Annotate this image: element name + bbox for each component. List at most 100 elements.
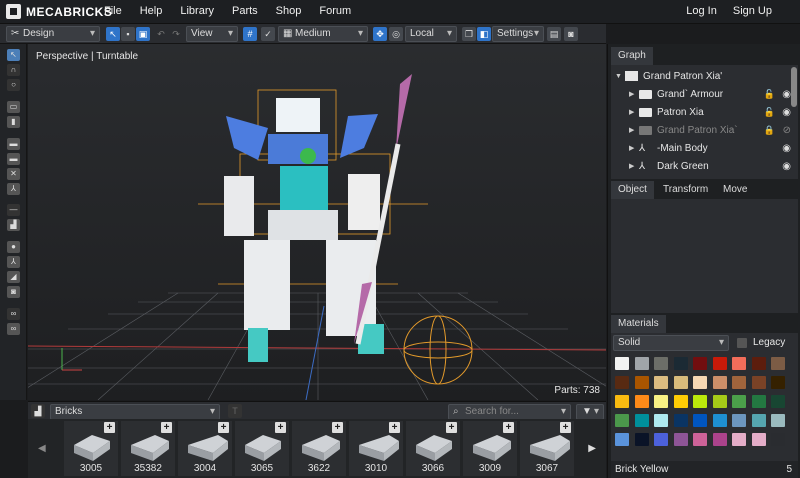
link-icon[interactable]: ∞ (7, 308, 20, 320)
tree-item-hidden[interactable]: ▶ Grand Patron Xia` 🔒 ⊘ (629, 121, 797, 139)
tree-item-root[interactable]: ▼ Grand Patron Xia' (615, 67, 800, 85)
color-swatch[interactable] (693, 357, 707, 370)
redo-icon[interactable]: ↷ (169, 27, 183, 41)
tab-materials[interactable]: Materials (611, 315, 666, 333)
color-swatch[interactable] (654, 357, 668, 370)
joint-icon[interactable]: ⅄ (7, 183, 20, 195)
brick-item[interactable]: +3004 (178, 421, 232, 476)
stats-icon[interactable]: ▟ (31, 404, 45, 418)
menu-shop[interactable]: Shop (276, 5, 302, 17)
group-tool-icon[interactable]: ▪ (121, 27, 135, 41)
menu-file[interactable]: File (104, 5, 122, 17)
scroll-left-icon[interactable]: ◀ (38, 443, 46, 454)
color-swatch[interactable] (615, 414, 629, 427)
tab-graph[interactable]: Graph (611, 47, 653, 65)
cursor-icon[interactable]: ↖ (7, 49, 20, 61)
tree-item-dark-green[interactable]: ▶ ⅄ Dark Green ◉ (629, 157, 797, 175)
view-select[interactable]: View (186, 26, 238, 42)
filter-text-icon[interactable]: T (228, 404, 242, 418)
trash-icon[interactable]: ▮ (7, 116, 20, 128)
move-axis-icon[interactable]: ✥ (373, 27, 387, 41)
space-select[interactable]: Local (405, 26, 457, 42)
color-swatch[interactable] (673, 414, 688, 427)
color-swatch[interactable] (732, 414, 746, 427)
collapse-arrow-icon[interactable]: ▶ (629, 90, 639, 98)
collapse-arrow-icon[interactable]: ▶ (629, 162, 639, 170)
color-swatch[interactable] (673, 433, 688, 446)
color-swatch[interactable] (771, 414, 785, 427)
pose-icon[interactable]: ✕ (7, 168, 20, 180)
isolate-icon[interactable]: ▬ (7, 153, 20, 165)
color-swatch[interactable] (712, 357, 727, 370)
material-type-select[interactable]: Solid (613, 335, 729, 351)
clone-icon[interactable]: ▭ (7, 101, 20, 113)
eye-icon[interactable]: ◉ (782, 107, 791, 118)
color-swatch[interactable] (693, 433, 707, 446)
axis-icon[interactable]: ⅄ (7, 256, 20, 268)
category-select[interactable]: Bricks (50, 404, 220, 420)
color-swatch[interactable] (771, 395, 785, 408)
color-swatch[interactable] (732, 357, 746, 370)
select-tool-icon[interactable]: ↖ (106, 27, 120, 41)
tree-item-patron-xia[interactable]: ▶ Patron Xia 🔓 ◉ (629, 103, 797, 121)
tab-object[interactable]: Object (611, 181, 654, 199)
add-brick-icon[interactable]: + (332, 422, 343, 433)
menu-parts[interactable]: Parts (232, 5, 258, 17)
legacy-checkbox[interactable] (737, 338, 747, 348)
color-swatch[interactable] (732, 433, 746, 446)
color-swatch[interactable] (615, 376, 629, 389)
hinge-tool-icon[interactable]: ▣ (136, 27, 150, 41)
quality-select[interactable]: ▦ Medium (278, 26, 368, 42)
color-swatch[interactable] (673, 395, 688, 408)
brick-item[interactable]: +3065 (235, 421, 289, 476)
eye-icon[interactable]: ◉ (782, 89, 791, 100)
copy-icon[interactable]: ❐ (462, 27, 476, 41)
brick-item[interactable]: +3009 (463, 421, 517, 476)
glasses-icon[interactable]: ∞ (7, 323, 20, 335)
login-link[interactable]: Log In (686, 5, 717, 17)
brick-item[interactable]: +3010 (349, 421, 403, 476)
calendar-icon[interactable]: ▤ (547, 27, 561, 41)
scroll-right-icon[interactable]: ▶ (588, 443, 596, 454)
menu-help[interactable]: Help (140, 5, 163, 17)
cube-view-icon[interactable]: ◧ (477, 27, 491, 41)
mode-select[interactable]: ✂ Design (6, 26, 100, 42)
add-brick-icon[interactable]: + (161, 422, 172, 433)
color-swatch[interactable] (693, 395, 707, 408)
snap-check-icon[interactable]: ✓ (261, 27, 275, 41)
color-swatch[interactable] (712, 414, 727, 427)
lock-icon[interactable]: 🔓 (764, 89, 775, 100)
camera-icon[interactable]: ◙ (564, 27, 578, 41)
color-swatch[interactable] (751, 433, 766, 446)
color-swatch[interactable] (654, 414, 668, 427)
color-swatch[interactable] (615, 395, 629, 408)
color-swatch[interactable] (712, 395, 727, 408)
add-brick-icon[interactable]: + (560, 422, 571, 433)
color-swatch[interactable] (771, 433, 785, 446)
color-swatch[interactable] (751, 357, 766, 370)
stats-icon[interactable]: ▟ (7, 219, 20, 231)
color-swatch[interactable] (673, 376, 688, 389)
ruler-icon[interactable]: — (7, 204, 20, 216)
color-swatch[interactable] (751, 376, 766, 389)
3d-viewport[interactable]: Perspective | Turntable Parts: 738 (28, 44, 606, 400)
color-swatch[interactable] (654, 433, 668, 446)
color-swatch[interactable] (654, 395, 668, 408)
lock-icon[interactable]: 🔒 (764, 125, 775, 136)
pivot-icon[interactable]: ◎ (389, 27, 403, 41)
hide-icon[interactable]: ▬ (7, 138, 20, 150)
color-swatch[interactable] (693, 414, 707, 427)
color-swatch[interactable] (712, 433, 727, 446)
brick-item[interactable]: +3622 (292, 421, 346, 476)
color-swatch[interactable] (634, 357, 649, 370)
color-swatch[interactable] (751, 395, 766, 408)
eye-icon[interactable]: ◉ (782, 161, 791, 172)
add-brick-icon[interactable]: + (275, 422, 286, 433)
color-swatch[interactable] (615, 357, 629, 370)
tab-move[interactable]: Move (716, 181, 754, 199)
color-swatch[interactable] (634, 376, 649, 389)
color-swatch[interactable] (634, 414, 649, 427)
add-brick-icon[interactable]: + (218, 422, 229, 433)
eye-icon[interactable]: ◉ (782, 143, 791, 154)
collapse-arrow-icon[interactable]: ▶ (629, 108, 639, 116)
